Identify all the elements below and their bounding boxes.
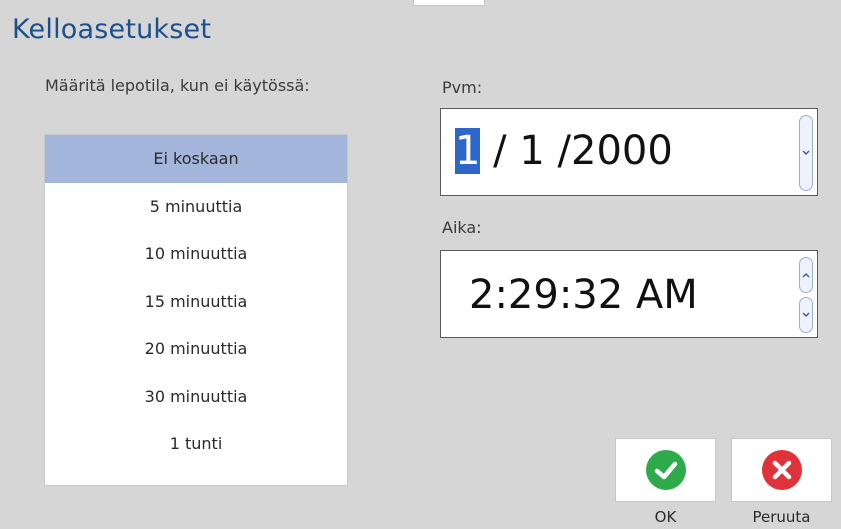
time-field[interactable]: 2:29:32 AM (440, 250, 818, 338)
time-value[interactable]: 2:29:32 AM (469, 269, 698, 321)
time-spin-down-button[interactable] (799, 297, 813, 333)
list-item-30-min[interactable]: 30 minuuttia (45, 373, 347, 421)
ok-button[interactable] (615, 438, 716, 502)
page-title: Kelloasetukset (12, 14, 212, 45)
date-rest: / 1 /2000 (480, 128, 673, 174)
time-spin-up-button[interactable] (799, 257, 813, 293)
chevron-down-icon (802, 310, 810, 321)
date-spin-button[interactable] (799, 115, 813, 191)
date-field[interactable]: 1 / 1 /2000 (440, 108, 818, 196)
sleep-options-list: Ei koskaan 5 minuuttia 10 minuuttia 15 m… (44, 134, 348, 486)
top-tab (413, 0, 485, 6)
list-item-1-hour[interactable]: 1 tunti (45, 420, 347, 468)
cancel-button[interactable] (731, 438, 832, 502)
x-icon (761, 450, 802, 490)
list-item-5-min[interactable]: 5 minuuttia (45, 183, 347, 231)
list-item-10-min[interactable]: 10 minuuttia (45, 230, 347, 278)
cancel-label: Peruuta (752, 508, 811, 526)
chevron-down-icon (802, 148, 810, 159)
check-icon (645, 450, 686, 490)
chevron-up-icon (802, 270, 810, 281)
date-label: Pvm: (442, 78, 483, 97)
date-value[interactable]: 1 / 1 /2000 (455, 125, 673, 177)
list-item-20-min[interactable]: 20 minuuttia (45, 325, 347, 373)
list-item-15-min[interactable]: 15 minuuttia (45, 278, 347, 326)
time-label: Aika: (442, 218, 482, 237)
date-day-segment[interactable]: 1 (455, 128, 481, 174)
ok-label: OK (654, 508, 677, 526)
list-item-never[interactable]: Ei koskaan (45, 135, 347, 183)
sleep-label: Määritä lepotila, kun ei käytössä: (45, 76, 310, 95)
